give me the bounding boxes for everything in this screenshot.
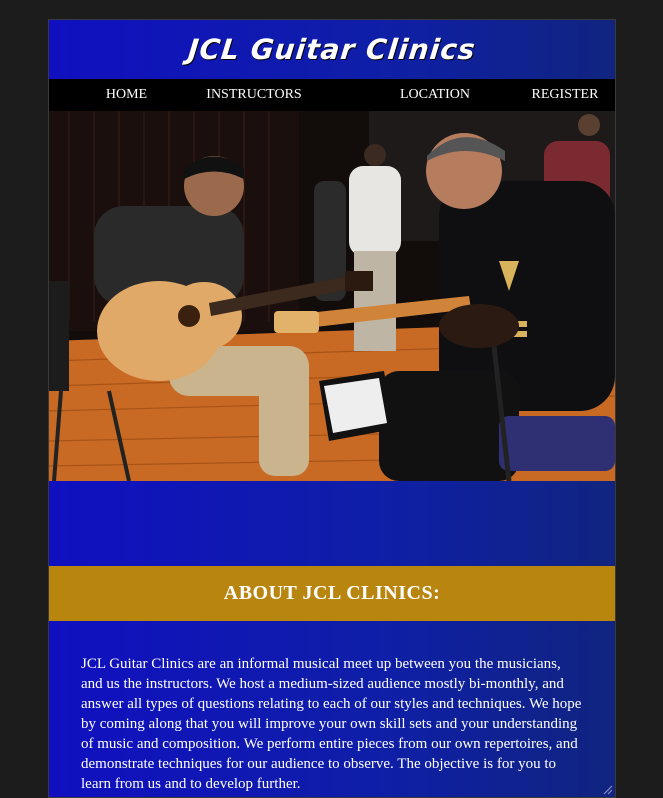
about-heading: ABOUT JCL CLINICS: [223,582,441,604]
hero-photo [49,111,615,481]
blue-spacer [49,481,615,566]
main-nav: HOME INSTRUCTORS LOCATION REGISTER [49,79,615,111]
nav-instructors[interactable]: INSTRUCTORS [204,87,304,103]
resize-handle-icon[interactable] [601,783,613,795]
about-paragraph: JCL Guitar Clinics are an informal music… [81,656,582,792]
nav-home[interactable]: HOME [49,87,204,103]
about-heading-band: ABOUT JCL CLINICS: [49,566,615,621]
nav-register[interactable]: REGISTER [515,87,615,103]
nav-location[interactable]: LOCATION [380,87,490,103]
page-panel: JCL Guitar Clinics HOME INSTRUCTORS LOCA… [48,19,616,798]
site-title: JCL Guitar Clinics [186,33,478,66]
hero-photo-illustration [49,111,615,481]
